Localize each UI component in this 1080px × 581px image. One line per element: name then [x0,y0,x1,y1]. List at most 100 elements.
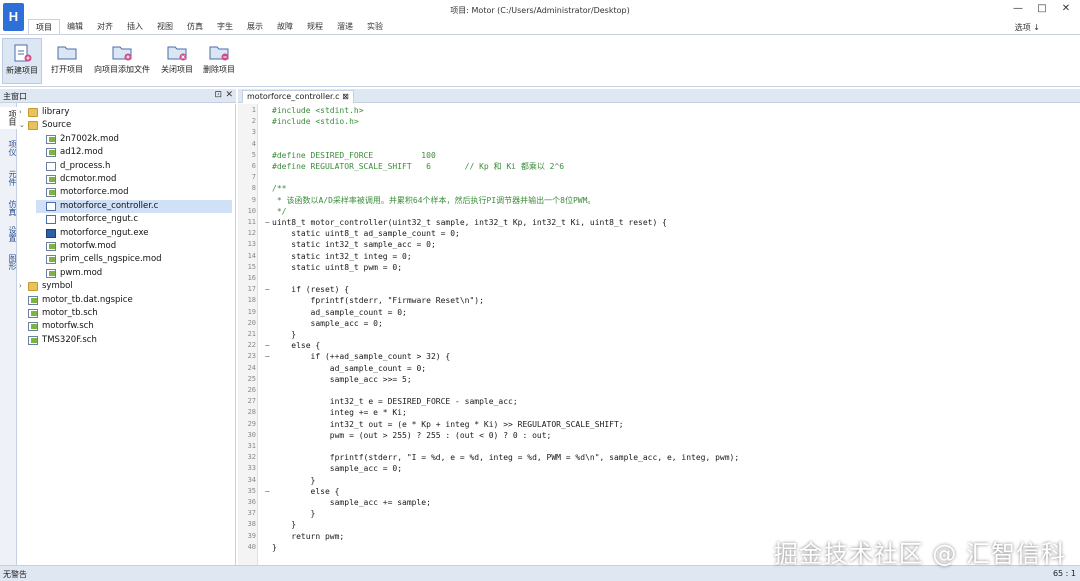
tab-motorforce-controller[interactable]: motorforce_controller.c ⊠ [242,90,354,103]
vertical-tab[interactable]: 仿真 [0,197,17,219]
code-line[interactable]: 22− else { [238,340,1080,351]
code-line[interactable]: 29 int32_t out = (e * Kp + integ * Ki) >… [238,419,1080,430]
tree-item[interactable]: pwm.mod [36,267,232,280]
code-line[interactable]: 16 [238,273,1080,284]
tree-item[interactable]: prim_cells_ngspice.mod [36,253,232,266]
code-line[interactable]: 37 } [238,508,1080,519]
open-project-button[interactable]: 打开项目 [46,38,88,84]
code-line[interactable]: 9 * 该函数以A/D采样率被调用。并累积64个样本，然后执行PI调节器并输出一… [238,195,1080,206]
menu-item[interactable]: 视图 [150,19,180,34]
tree-item[interactable]: motorforce.mod [36,186,232,199]
menu-item[interactable]: 展示 [240,19,270,34]
tree-item[interactable]: motorforce_ngut.exe [36,227,232,240]
code-editor[interactable]: 1 #include <stdint.h> 2 #include <stdio.h> 3… [238,104,1080,565]
code-line[interactable]: 13 static int32_t sample_acc = 0; [238,239,1080,250]
menu-item[interactable]: 实验 [360,19,390,34]
code-line[interactable]: 4 [238,139,1080,150]
code-line[interactable]: 7 [238,172,1080,183]
vertical-tab[interactable]: 项仪 [0,137,17,159]
code-line[interactable]: 26 [238,385,1080,396]
code-line[interactable]: 6 #define REGULATOR_SCALE_SHIFT 6 // Kp 和… [238,161,1080,172]
code-line[interactable]: 5 #define DESIRED_FORCE 100 [238,150,1080,161]
code-line[interactable]: 28 integ += e * Ki; [238,407,1080,418]
menu-item[interactable]: 编辑 [60,19,90,34]
tree-item[interactable]: 2n7002k.mod [36,133,232,146]
close-panel-icon[interactable]: ✕ [225,90,233,100]
tree-item[interactable]: motorforce_ngut.c [36,213,232,226]
code-line[interactable]: 11 − uint8_t motor_controller(uint32_t sam… [238,217,1080,228]
maximize-button[interactable]: □ [1032,2,1052,16]
close-window-button[interactable]: ✕ [1056,2,1076,16]
code-line[interactable]: 12 static uint8_t ad_sample_count = 0; [238,228,1080,239]
code-line[interactable]: 38 } [238,519,1080,530]
chevron-right-icon[interactable]: › [19,106,22,119]
tree-item[interactable]: › library [18,106,232,119]
code-line[interactable]: 34 } [238,475,1080,486]
code-line[interactable]: 36 sample_acc += sample; [238,497,1080,508]
tree-item[interactable]: d_process.h [36,160,232,173]
code-line[interactable]: 30 pwm = (out > 255) ? 255 : (out < 0) ?… [238,430,1080,441]
code-line[interactable]: 23− if (++ad_sample_count > 32) { [238,351,1080,362]
add-file-button[interactable]: 向项目添加文件 [90,38,154,84]
menu-item[interactable]: 项目 [28,19,60,34]
code-line[interactable]: 15 static uint8_t pwm = 0; [238,262,1080,273]
fold-toggle-icon[interactable]: − [265,486,270,497]
vertical-tab[interactable]: 图形 [0,251,17,273]
code-line[interactable]: 31 [238,441,1080,452]
menu-item[interactable]: 溜递 [330,19,360,34]
tree-item[interactable]: motor_tb.sch [18,307,232,320]
fold-toggle-icon[interactable]: − [265,217,270,228]
code-line[interactable]: 3 [238,127,1080,138]
code-line[interactable]: 35− else { [238,486,1080,497]
tree-item[interactable]: ⌄ Source [18,119,232,132]
line-number: 18 [247,296,256,305]
tree-item[interactable]: motorfw.sch [18,320,232,333]
menu-item[interactable]: 字生 [210,19,240,34]
tree-item[interactable]: › symbol [18,280,232,293]
chevron-down-icon[interactable]: ⌄ [19,119,25,132]
code-line[interactable]: 24 ad_sample_count = 0; [238,363,1080,374]
code-line[interactable]: 33 sample_acc = 0; [238,463,1080,474]
code-line[interactable]: 25 sample_acc >>= 5; [238,374,1080,385]
code-line[interactable]: 1 #include <stdint.h> [238,105,1080,116]
menu-item[interactable]: 仿真 [180,19,210,34]
tree-item[interactable]: motorfw.mod [36,240,232,253]
menu-item[interactable]: 故障 [270,19,300,34]
tree-item[interactable]: dcmotor.mod [36,173,232,186]
code-line[interactable]: 2 #include <stdio.h> [238,116,1080,127]
tree-item[interactable]: TMS320F.sch [18,334,232,347]
code-line[interactable]: 21 } [238,329,1080,340]
fold-toggle-icon[interactable]: − [265,340,270,351]
code-line[interactable]: 32 fprintf(stderr, "I = %d, e = %d, inte… [238,452,1080,463]
fold-toggle-icon[interactable]: − [265,351,270,362]
vertical-tab[interactable]: 元件 [0,167,17,189]
code-line[interactable]: 18 fprintf(stderr, "Firmware Reset\n"); [238,295,1080,306]
code-line[interactable]: 17− if (reset) { [238,284,1080,295]
menu-item[interactable]: 插入 [120,19,150,34]
new-project-button[interactable]: 新建项目 [2,38,42,84]
close-project-button[interactable]: 关闭项目 [158,38,196,84]
line-number: 3 [251,128,256,137]
pin-icon[interactable]: ⊡ [214,90,222,100]
code-line[interactable]: 20 sample_acc = 0; [238,318,1080,329]
options-menu[interactable]: 选项 ↓ [1015,22,1040,33]
code-text: sample_acc = 0; [272,464,403,474]
line-number: 12 [247,229,256,238]
code-line[interactable]: 10 */ [238,206,1080,217]
vertical-tab[interactable]: 设置 [0,223,17,245]
tree-item[interactable]: ad12.mod [36,146,232,159]
code-line[interactable]: 14 static int32_t integ = 0; [238,251,1080,262]
code-line[interactable]: 8 /** [238,183,1080,194]
tree-item[interactable]: motorforce_controller.c [36,199,232,213]
menu-item[interactable]: 规程 [300,19,330,34]
fold-toggle-icon[interactable]: − [265,284,270,295]
menu-item[interactable]: 对齐 [90,19,120,34]
code-line[interactable]: 19 ad_sample_count = 0; [238,307,1080,318]
vertical-tab[interactable]: 项目 [0,107,17,129]
code-text: static uint8_t pwm = 0; [272,262,403,272]
delete-project-button[interactable]: 删除项目 [200,38,238,84]
tree-item[interactable]: motor_tb.dat.ngspice [18,294,232,307]
chevron-right-icon[interactable]: › [19,280,22,293]
code-line[interactable]: 27 int32_t e = DESIRED_FORCE - sample_ac… [238,396,1080,407]
minimize-button[interactable]: — [1008,2,1028,16]
